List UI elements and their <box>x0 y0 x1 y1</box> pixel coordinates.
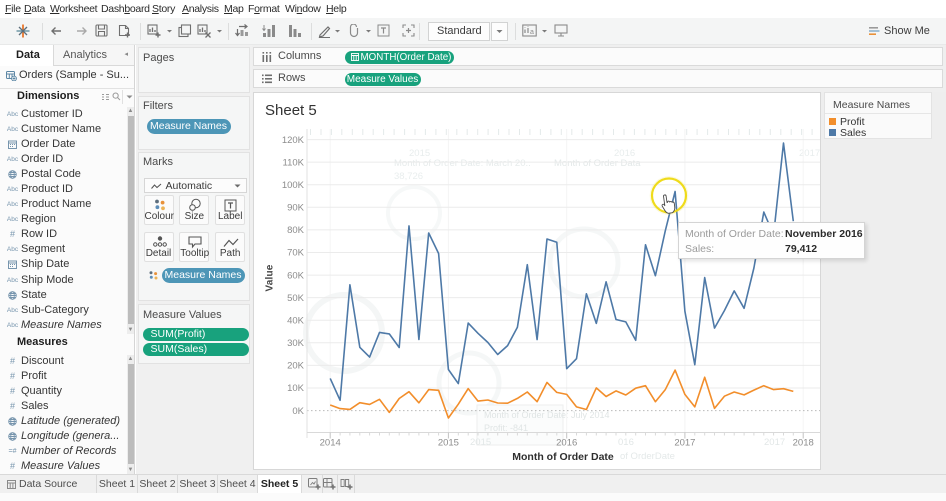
svg-text:90K: 90K <box>287 203 305 214</box>
svg-text:2014: 2014 <box>320 438 341 449</box>
svg-text:Month of Order Date: March 20.: Month of Order Date: March 20.. <box>394 158 531 169</box>
svg-text:016: 016 <box>618 437 634 448</box>
svg-text:2017: 2017 <box>764 437 785 448</box>
svg-text:70K: 70K <box>287 248 305 259</box>
svg-text:2017: 2017 <box>674 438 695 449</box>
svg-text:a: a <box>530 29 534 36</box>
svg-text:10K: 10K <box>287 383 305 394</box>
svg-text:30K: 30K <box>287 338 305 349</box>
svg-text:120K: 120K <box>282 135 305 146</box>
svg-text:2016: 2016 <box>556 438 577 449</box>
svg-text:2016: 2016 <box>614 148 635 159</box>
svg-text:of OrderDate: of OrderDate <box>620 451 675 462</box>
svg-text:38,726: 38,726 <box>394 171 423 182</box>
svg-text:2015: 2015 <box>470 437 491 448</box>
svg-text:2017: 2017 <box>799 148 820 159</box>
svg-text:40K: 40K <box>287 315 305 326</box>
svg-text:60K: 60K <box>287 270 305 281</box>
svg-text:50K: 50K <box>287 293 305 304</box>
svg-text:110K: 110K <box>283 157 305 168</box>
svg-text:Month of Order Date: Month of Order Date <box>512 451 614 463</box>
svg-text:80K: 80K <box>287 225 305 236</box>
svg-text:100K: 100K <box>282 180 305 191</box>
svg-text:0K: 0K <box>292 406 304 417</box>
svg-text:Month of Order Date: July 2014: Month of Order Date: July 2014 <box>484 410 610 420</box>
svg-text:Profit: -841: Profit: -841 <box>484 423 528 433</box>
svg-text:2018: 2018 <box>793 438 814 449</box>
svg-text:2015: 2015 <box>438 438 459 449</box>
svg-text:20K: 20K <box>287 361 305 372</box>
svg-text:Value: Value <box>265 264 276 291</box>
